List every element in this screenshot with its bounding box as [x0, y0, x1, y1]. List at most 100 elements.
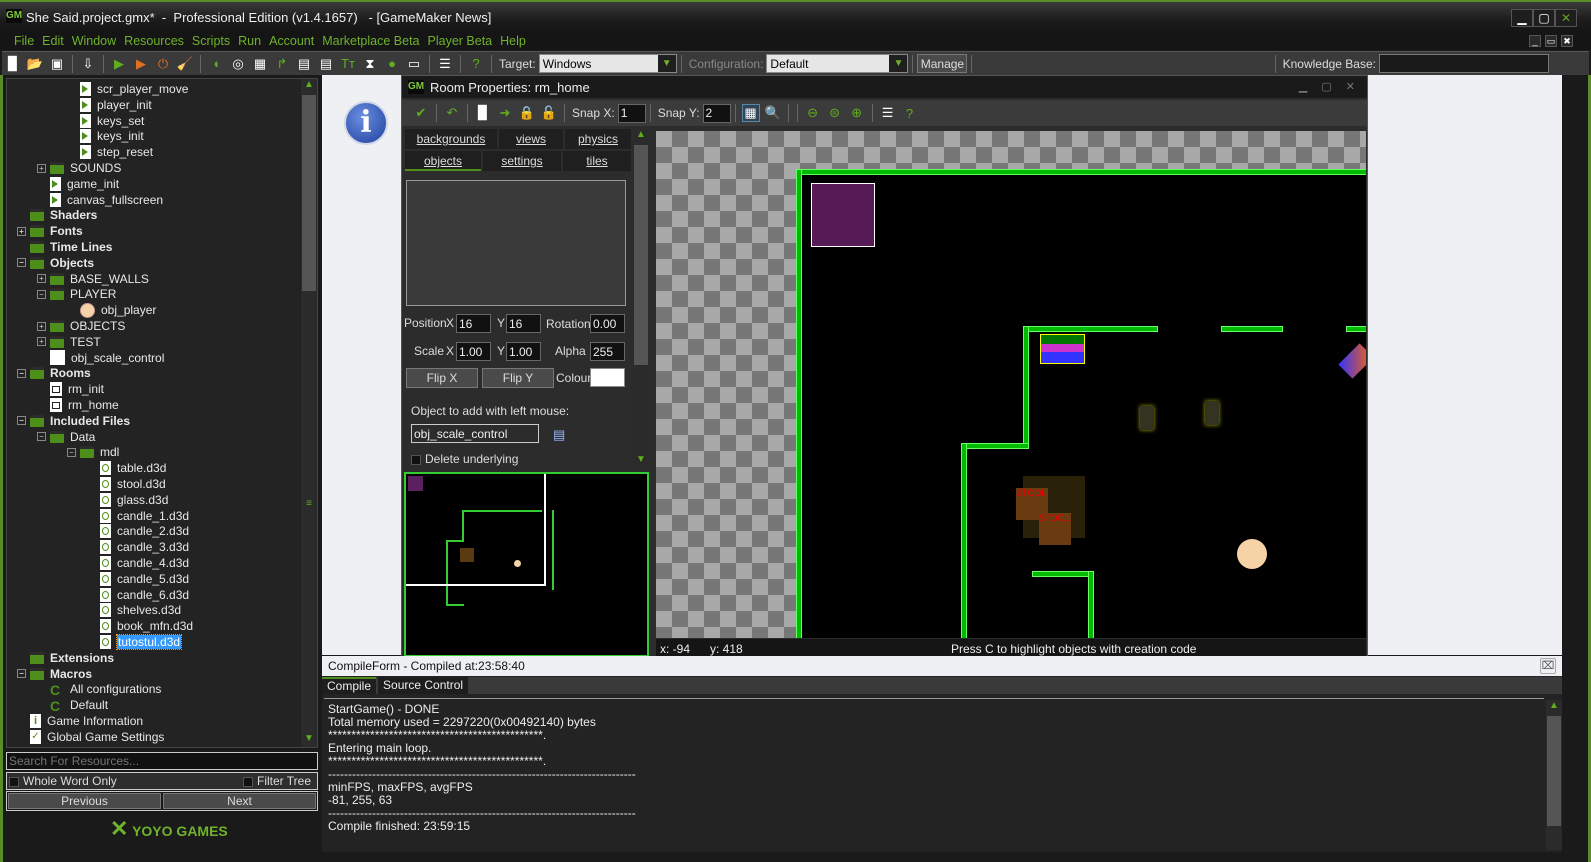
scroll-up-arrow-icon[interactable]: ▲	[301, 79, 317, 90]
delete-underlying-checkbox[interactable]	[411, 454, 421, 465]
room-settings-icon[interactable]: ☰	[879, 104, 897, 122]
minimize-button[interactable]: ▁	[1511, 9, 1533, 27]
zoom-in-icon[interactable]: ⊕	[848, 104, 866, 122]
debug-icon[interactable]: ▶	[132, 55, 150, 73]
maximize-button[interactable]: ▢	[1533, 9, 1555, 27]
tree-item[interactable]: scr_player_move	[67, 81, 188, 97]
tree-item[interactable]: keys_set	[67, 113, 144, 129]
tree-item[interactable]: + Fonts	[17, 223, 83, 239]
shader-icon[interactable]: ▤	[317, 55, 335, 73]
menu-marketplace-beta[interactable]: Marketplace Beta	[322, 32, 419, 50]
object-icon[interactable]: ●	[383, 55, 401, 73]
collapse-icon[interactable]: −	[17, 368, 26, 378]
selected-instance[interactable]	[811, 183, 875, 247]
info-icon[interactable]: i	[344, 101, 388, 145]
tree-item[interactable]: + OBJECTS	[37, 318, 125, 334]
scrollbar-thumb[interactable]	[1547, 716, 1561, 826]
shift-instances-icon[interactable]: ➜	[496, 104, 514, 122]
configuration-select[interactable]: Default ▼	[766, 54, 909, 73]
room-editor-canvas[interactable]: STOOL STOOL	[656, 131, 1366, 638]
lock-icon[interactable]: 🔒	[518, 104, 536, 122]
open-project-icon[interactable]: 📂	[26, 55, 44, 73]
room-help-icon[interactable]: ?	[901, 104, 919, 122]
zoom-dropdown-icon[interactable]: 🔍	[764, 104, 782, 122]
menu-player-beta[interactable]: Player Beta	[428, 32, 493, 50]
compile-output-scrollbar[interactable]: ▲	[1546, 700, 1562, 850]
properties-scrollbar[interactable]: ▲ ▼	[633, 129, 649, 469]
menu-run[interactable]: Run	[238, 32, 261, 50]
tree-item[interactable]: + BASE_WALLS	[37, 271, 149, 287]
tab-settings[interactable]: settings	[483, 151, 561, 171]
tree-item[interactable]: Shaders	[17, 207, 97, 223]
tree-item[interactable]: rm_home	[37, 397, 119, 413]
position-y-input[interactable]	[506, 314, 541, 333]
tree-item[interactable]: + TEST	[37, 334, 101, 350]
expand-icon[interactable]: +	[37, 321, 46, 331]
confirm-check-icon[interactable]: ✔	[412, 104, 430, 122]
tab-compile[interactable]: Compile	[322, 677, 377, 694]
tree-item[interactable]: obj_player	[67, 302, 156, 318]
rotation-input[interactable]	[590, 314, 625, 333]
tree-item[interactable]: − Macros	[17, 666, 92, 682]
whole-word-checkbox[interactable]	[9, 776, 19, 787]
zoom-reset-icon[interactable]: ⊜	[826, 104, 844, 122]
tree-item[interactable]: C All configurations	[37, 681, 161, 697]
room-minimize-button[interactable]: ▁	[1299, 80, 1307, 93]
object-to-add-input[interactable]	[411, 424, 539, 443]
tree-item[interactable]: Time Lines	[17, 239, 112, 255]
export-icon[interactable]: ⇩	[79, 55, 97, 73]
script-icon[interactable]: ▤	[295, 55, 313, 73]
scale-x-input[interactable]	[456, 342, 491, 361]
candle-figure[interactable]	[1205, 401, 1219, 425]
player-object[interactable]	[1237, 539, 1267, 569]
tree-item[interactable]: candle_4.d3d	[87, 555, 189, 571]
shelves-object[interactable]	[1040, 334, 1085, 364]
mdi-restore-button[interactable]: ▭	[1545, 35, 1557, 47]
scroll-down-arrow-icon[interactable]: ▼	[633, 454, 649, 465]
collapse-icon[interactable]: −	[37, 432, 46, 442]
menu-scripts[interactable]: Scripts	[192, 32, 230, 50]
tree-item[interactable]: glass.d3d	[87, 492, 168, 508]
tree-item[interactable]: tutostul.d3d	[87, 634, 183, 650]
alpha-input[interactable]	[590, 342, 625, 361]
tree-item[interactable]: − Data	[37, 429, 95, 445]
tree-item[interactable]: rm_init	[37, 381, 104, 397]
tree-item[interactable]: book_mfn.d3d	[87, 618, 193, 634]
scale-y-input[interactable]	[506, 342, 541, 361]
settings-icon[interactable]: ☰	[436, 55, 454, 73]
run-icon[interactable]: ▶	[110, 55, 128, 73]
grid-toggle-icon[interactable]: ▦	[741, 104, 760, 122]
save-icon[interactable]: ▣	[48, 55, 66, 73]
tree-item[interactable]: Extensions	[17, 650, 114, 666]
tree-item[interactable]: shelves.d3d	[87, 602, 181, 618]
tree-item[interactable]: game_init	[37, 176, 119, 192]
expand-icon[interactable]: +	[37, 274, 46, 284]
tree-scrollbar[interactable]: ▲ ≡ ▼	[301, 79, 317, 747]
manage-button[interactable]: Manage	[917, 54, 968, 73]
menu-window[interactable]: Window	[72, 32, 116, 50]
scrollbar-thumb[interactable]	[634, 145, 648, 365]
scrollbar-thumb[interactable]	[302, 95, 316, 291]
collapse-icon[interactable]: −	[17, 258, 26, 268]
expand-icon[interactable]: +	[17, 226, 26, 236]
clean-icon[interactable]: 🧹	[176, 55, 194, 73]
sprite-icon[interactable]: ◖	[207, 55, 225, 73]
snap-y-input[interactable]	[702, 103, 731, 123]
previous-button[interactable]: Previous	[8, 793, 161, 809]
menu-account[interactable]: Account	[269, 32, 314, 50]
background-icon[interactable]: ▦	[251, 55, 269, 73]
position-x-input[interactable]	[456, 314, 491, 333]
next-button[interactable]: Next	[163, 793, 316, 809]
sound-icon[interactable]: ◎	[229, 55, 247, 73]
undo-icon[interactable]: ↶	[443, 104, 461, 122]
stool-object[interactable]: STOOL	[1039, 513, 1071, 545]
mdi-close-button[interactable]: ✖	[1561, 35, 1573, 47]
tree-item[interactable]: − Objects	[17, 255, 94, 271]
tree-item[interactable]: i Game Information	[17, 713, 143, 729]
tree-item[interactable]: − Rooms	[17, 365, 91, 381]
tab-objects[interactable]: objects	[405, 151, 481, 171]
colour-swatch[interactable]	[590, 368, 625, 387]
tree-item[interactable]: keys_init	[67, 128, 144, 144]
collapse-icon[interactable]: −	[17, 669, 26, 679]
tree-item[interactable]: canvas_fullscreen	[37, 192, 163, 208]
